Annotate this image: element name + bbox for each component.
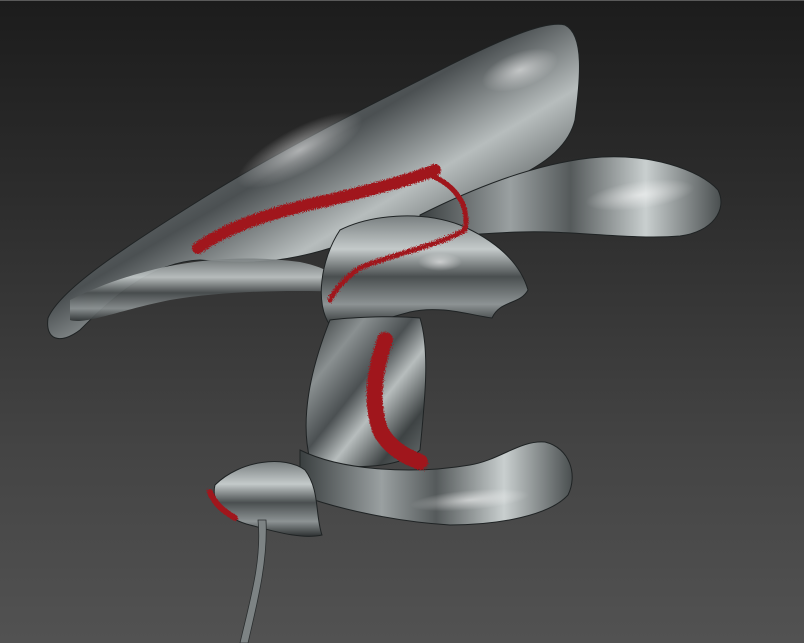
3d-viewport[interactable] [0, 0, 804, 643]
body-highlight [418, 253, 462, 271]
vertical-stem-surface [305, 316, 427, 467]
lower-knot-surface [213, 461, 323, 537]
sculpted-mesh-render[interactable] [0, 0, 804, 643]
tendril-surface [239, 519, 267, 643]
